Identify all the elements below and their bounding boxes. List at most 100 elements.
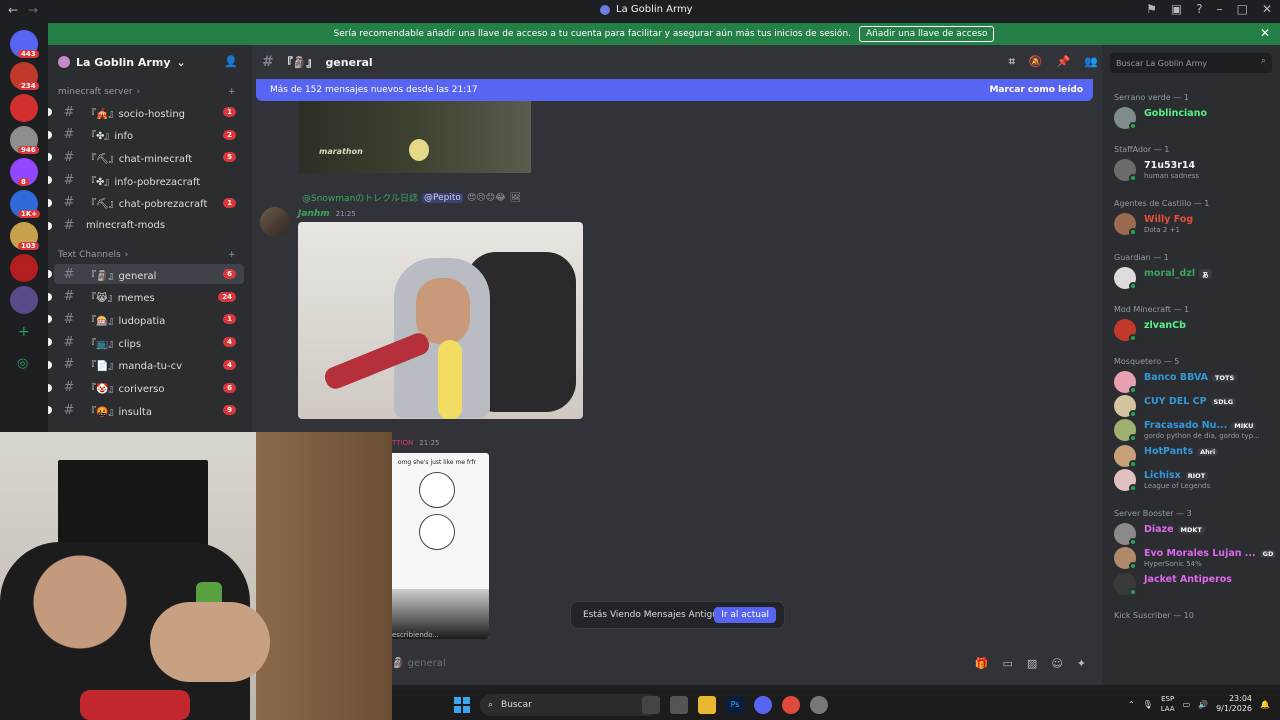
mute-bell-icon[interactable]: 🔕 <box>1029 55 1043 69</box>
channel-item-memes[interactable]: # 『😹』memes 24 <box>48 287 244 307</box>
inbox-icon[interactable]: ⚑ <box>1146 2 1157 16</box>
member-item[interactable]: Fracasado Nu... MIKU gordo python de día, … <box>1114 419 1274 443</box>
avatar[interactable] <box>260 207 290 237</box>
threads-icon[interactable]: ⌗ <box>1009 55 1015 69</box>
file-explorer-icon[interactable] <box>698 696 716 714</box>
channel-name: 『🎪』socio-hosting <box>86 105 185 120</box>
channel-item-socio-hosting[interactable]: # 『🎪』socio-hosting 1 <box>48 102 244 122</box>
forward-arrow-icon[interactable]: → <box>28 3 38 17</box>
apps-icon[interactable]: ✦ <box>1077 657 1086 670</box>
channel-item-info-pobrezacraft[interactable]: # 『✤』info-pobrezacraft <box>48 170 244 190</box>
author-name[interactable]: Janhm <box>298 209 330 219</box>
chevron-up-icon[interactable]: ⌃ <box>1128 700 1135 709</box>
gif-icon[interactable]: ▭ <box>1003 657 1013 670</box>
windows-start-icon[interactable] <box>454 697 470 713</box>
notifications-icon[interactable]: 🔔 <box>1260 700 1270 709</box>
members-icon[interactable]: 👥 <box>1084 55 1098 69</box>
role-header: Agentes de Castillo — 1 <box>1114 199 1210 208</box>
language-indicator[interactable]: ESP LAA <box>1161 694 1175 714</box>
channel-item-ludopatia[interactable]: # 『🎰』ludopatia 1 <box>48 309 244 329</box>
chevron-right-icon: › <box>124 250 129 260</box>
unread-indicator <box>48 270 52 278</box>
member-item[interactable]: Banco BBVA TOTS <box>1114 371 1274 395</box>
member-item[interactable]: CUY DEL CP SDLG <box>1114 395 1274 419</box>
image-attachment[interactable]: marathon <box>299 101 531 173</box>
channel-prefix-icon: 🗿 <box>392 657 408 669</box>
app-icon[interactable] <box>810 696 828 714</box>
channel-item-clips[interactable]: # 『📺』clips 4 <box>48 332 244 352</box>
category-text-channels[interactable]: Text Channels › + <box>58 250 236 260</box>
search-input[interactable]: Buscar La Goblin Army ⌕ <box>1110 53 1272 73</box>
member-item[interactable]: Willy Fog Dota 2 +1 <box>1114 213 1274 237</box>
add-channel-icon[interactable]: + <box>228 87 236 97</box>
screen-icon[interactable]: ▣ <box>1171 2 1182 16</box>
server-icon[interactable] <box>10 286 38 314</box>
chevron-right-icon: › <box>136 87 141 97</box>
channel-item-manda-tu-cv[interactable]: # 『📄』manda-tu-cv 4 <box>48 355 244 375</box>
member-item[interactable]: HotPants Ahri <box>1114 445 1274 469</box>
app-icon[interactable] <box>670 696 688 714</box>
channel-item-chat-minecraft[interactable]: # 『⛏』chat-minecraft 5 <box>48 147 244 167</box>
channel-item-chat-pobrezacraft[interactable]: # 『⛏』chat-pobrezacraft 1 <box>48 193 244 213</box>
discover-icon[interactable]: ◎ <box>17 356 28 371</box>
member-item[interactable]: zlvanCb <box>1114 319 1274 343</box>
minimize-button[interactable]: – <box>1217 2 1223 16</box>
channel-item-coriverso[interactable]: # 『🤡』coriverso 6 <box>48 378 244 398</box>
image-attachment[interactable] <box>298 222 583 419</box>
sticker-icon[interactable]: ▨ <box>1027 657 1037 670</box>
close-window-button[interactable]: ✕ <box>1262 2 1272 16</box>
mention-badge: 4 <box>223 337 236 348</box>
server-icon[interactable] <box>10 94 38 122</box>
back-arrow-icon[interactable]: ← <box>8 3 18 17</box>
help-icon[interactable]: ? <box>1196 2 1202 16</box>
member-item[interactable]: moral_dzl あ <box>1114 267 1274 291</box>
channel-item-info[interactable]: # 『✤』info 2 <box>48 125 244 145</box>
discord-icon[interactable] <box>754 696 772 714</box>
add-server-icon[interactable]: + <box>18 324 30 340</box>
pin-icon[interactable]: 📌 <box>1057 55 1071 69</box>
channel-prefix: 『✤』 <box>86 131 115 143</box>
clock[interactable]: 23:04 9/1/2026 <box>1216 694 1252 714</box>
channel-sidebar: La Goblin Army ⌄ 👤 minecraft server › + … <box>48 45 252 432</box>
author-name[interactable]: TTION <box>392 439 413 447</box>
member-item[interactable]: 71u53r14 human sadness <box>1114 159 1274 183</box>
maximize-button[interactable]: □ <box>1237 2 1248 16</box>
photoshop-icon[interactable]: Ps <box>726 696 744 714</box>
add-passkey-button[interactable]: Añadir una llave de acceso <box>859 26 995 42</box>
mic-icon[interactable]: 🎙 <box>1143 700 1153 709</box>
member-item[interactable]: Goblinciano <box>1114 107 1274 131</box>
member-item[interactable]: Lichisx RIOT League of Legends <box>1114 469 1274 493</box>
add-user-icon[interactable]: 👤 <box>224 55 238 68</box>
channel-item-general[interactable]: # 『🗿』general 6 <box>48 264 244 284</box>
channel-item-insulta[interactable]: # 『🤬』insulta 9 <box>48 400 244 420</box>
member-item[interactable]: Evo Morales Lujan ... GD HyperSonic 54% <box>1114 547 1277 571</box>
close-icon[interactable]: ✕ <box>1260 26 1270 40</box>
jump-to-present-button[interactable]: Ir al actual <box>714 607 776 623</box>
reply-preview[interactable]: @Snowmanのトレクル日誌 @Pepito 😍😣😊😂 🖼 <box>302 191 521 204</box>
add-channel-icon[interactable]: + <box>228 250 236 260</box>
meme-attachment[interactable]: omg she's just like me frfr <box>385 453 489 639</box>
message-author: Janhm 21:25 <box>298 209 356 219</box>
member-item[interactable]: Jacket Antiperos <box>1114 573 1274 597</box>
emoji-icon[interactable]: ☺ <box>1051 657 1062 670</box>
server-icon[interactable] <box>10 254 38 282</box>
server-header[interactable]: La Goblin Army ⌄ 👤 <box>48 45 252 79</box>
mention[interactable]: @Pepito <box>422 192 463 203</box>
mention-badge: 24 <box>218 291 236 302</box>
taskbar-search-label: Buscar <box>501 700 532 710</box>
new-messages-bar[interactable]: Más de 152 mensajes nuevos desde las 21:… <box>256 79 1093 101</box>
volume-icon[interactable]: 🔊 <box>1198 700 1208 709</box>
channel-item-minecraft-mods[interactable]: # minecraft-mods <box>48 216 244 236</box>
server-name: La Goblin Army <box>76 55 171 69</box>
task-view-icon[interactable] <box>642 696 660 714</box>
category-minecraft[interactable]: minecraft server › + <box>58 87 236 97</box>
mark-as-read-button[interactable]: Marcar como leído <box>989 85 1083 95</box>
search-placeholder: Buscar La Goblin Army <box>1116 58 1208 68</box>
member-item[interactable]: Diaze MDKT <box>1114 523 1274 547</box>
gift-icon[interactable]: 🎁 <box>975 657 989 670</box>
message-input[interactable]: 🗿 general 🎁 ▭ ▨ ☺ ✦ <box>392 651 1092 675</box>
network-icon[interactable]: ▭ <box>1183 700 1191 709</box>
hash-icon: # <box>63 149 75 165</box>
chrome-icon[interactable] <box>782 696 800 714</box>
taskbar-search[interactable]: ⌕ Buscar <box>480 694 660 716</box>
